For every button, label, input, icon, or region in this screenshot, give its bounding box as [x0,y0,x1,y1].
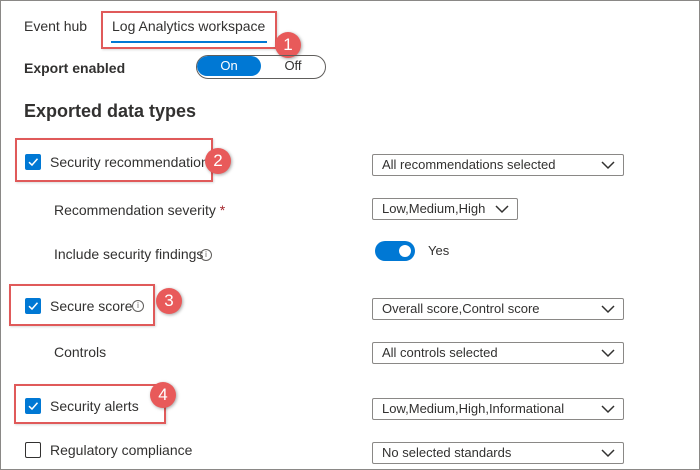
recommendation-severity-text: Recommendation severity [54,202,216,218]
recommendation-severity-label: Recommendation severity * [54,202,225,218]
callout-box-1 [101,11,277,49]
security-recommendations-dropdown[interactable]: All recommendations selected [372,154,624,176]
section-heading: Exported data types [24,101,197,121]
required-indicator: * [219,202,226,218]
dropdown-value: Low,Medium,High [382,201,486,216]
regulatory-compliance-label: Regulatory compliance [50,442,193,458]
dropdown-value: Overall score,Control score [382,301,540,316]
security-alerts-dropdown[interactable]: Low,Medium,High,Informational [372,398,624,420]
export-enabled-label: Export enabled [24,60,126,76]
chevron-down-icon [601,161,615,170]
recommendation-severity-dropdown[interactable]: Low,Medium,High [372,198,518,220]
callout-box-3 [9,284,155,326]
chevron-down-icon [495,205,509,214]
controls-label: Controls [54,344,107,360]
toggle-off-option[interactable]: Off [261,56,325,76]
callout-badge-3: 3 [156,288,182,314]
callout-box-4 [14,384,166,424]
callout-box-2 [15,138,213,182]
callout-badge-2: 2 [205,148,231,174]
toggle-knob [399,245,411,257]
regulatory-compliance-checkbox[interactable] [25,442,41,458]
info-icon[interactable]: i [200,249,212,261]
regulatory-compliance-dropdown[interactable]: No selected standards [372,442,624,464]
include-security-findings-toggle-label: Yes [428,243,450,258]
toggle-on-option[interactable]: On [197,56,261,76]
dropdown-value: All recommendations selected [382,157,556,172]
dropdown-value: All controls selected [382,345,498,360]
controls-dropdown[interactable]: All controls selected [372,342,624,364]
callout-badge-4: 4 [150,382,176,408]
chevron-down-icon [601,305,615,314]
chevron-down-icon [601,449,615,458]
secure-score-dropdown[interactable]: Overall score,Control score [372,298,624,320]
chevron-down-icon [601,349,615,358]
dropdown-value: Low,Medium,High,Informational [382,401,565,416]
dropdown-value: No selected standards [382,445,512,460]
chevron-down-icon [601,405,615,414]
tab-event-hub[interactable]: Event hub [24,18,87,34]
export-settings-panel: Event hub Log Analytics workspace 1 Expo… [0,0,700,470]
include-security-findings-label: Include security findings [54,246,204,262]
export-enabled-toggle[interactable]: On Off [196,55,326,79]
include-security-findings-toggle[interactable] [375,241,415,261]
